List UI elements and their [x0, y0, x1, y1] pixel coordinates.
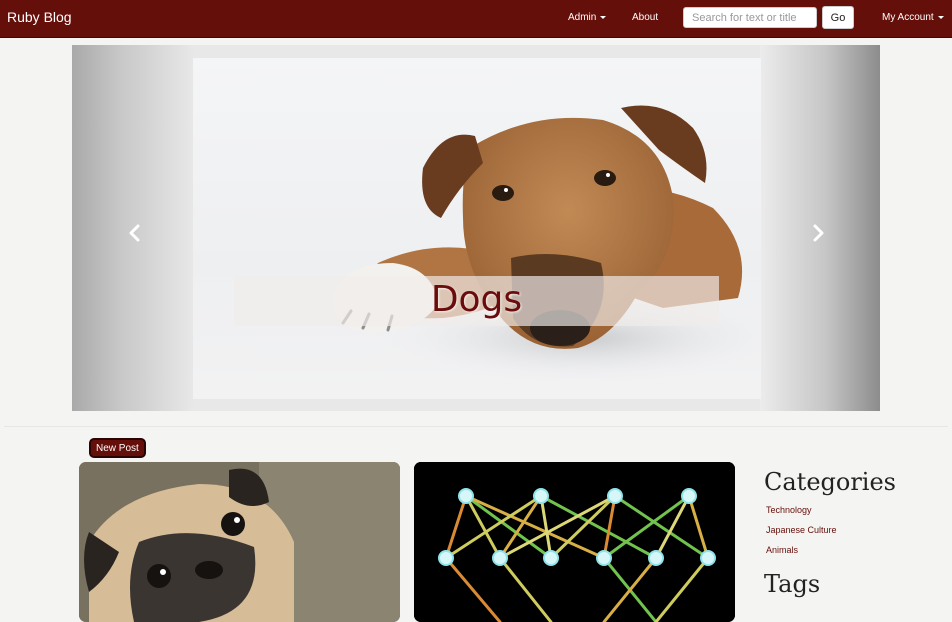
top-navbar: Ruby Blog Admin About Go My Account	[0, 0, 952, 38]
network-photo	[414, 462, 735, 622]
caret-down-icon	[600, 15, 607, 19]
categories-heading: Categories	[764, 468, 896, 496]
category-link-animals[interactable]: Animals	[766, 545, 798, 555]
tags-heading: Tags	[764, 570, 821, 598]
carousel-slide-image	[193, 58, 761, 399]
post-card-pug[interactable]	[79, 462, 400, 622]
brand-link[interactable]: Ruby Blog	[7, 9, 72, 25]
post-card-network[interactable]	[414, 462, 735, 622]
my-account-label: My Account	[882, 12, 934, 23]
carousel-caption: Dogs	[430, 279, 523, 320]
admin-dropdown[interactable]: Admin	[568, 12, 607, 23]
my-account-dropdown[interactable]: My Account	[882, 12, 944, 23]
about-link[interactable]: About	[632, 12, 658, 23]
carousel-next-icon[interactable]	[810, 223, 826, 243]
go-button[interactable]: Go	[822, 6, 854, 29]
caret-down-icon	[937, 15, 944, 19]
dog-photo	[333, 105, 761, 383]
new-post-button[interactable]: New Post	[89, 438, 146, 458]
category-link-japanese-culture[interactable]: Japanese Culture	[766, 525, 837, 535]
carousel-prev-icon[interactable]	[127, 223, 143, 243]
search-input[interactable]	[683, 7, 817, 28]
image-carousel: Dogs	[72, 45, 880, 411]
category-link-technology[interactable]: Technology	[766, 505, 812, 515]
pug-photo	[79, 462, 400, 622]
section-divider	[4, 426, 948, 427]
admin-label: Admin	[568, 12, 597, 23]
